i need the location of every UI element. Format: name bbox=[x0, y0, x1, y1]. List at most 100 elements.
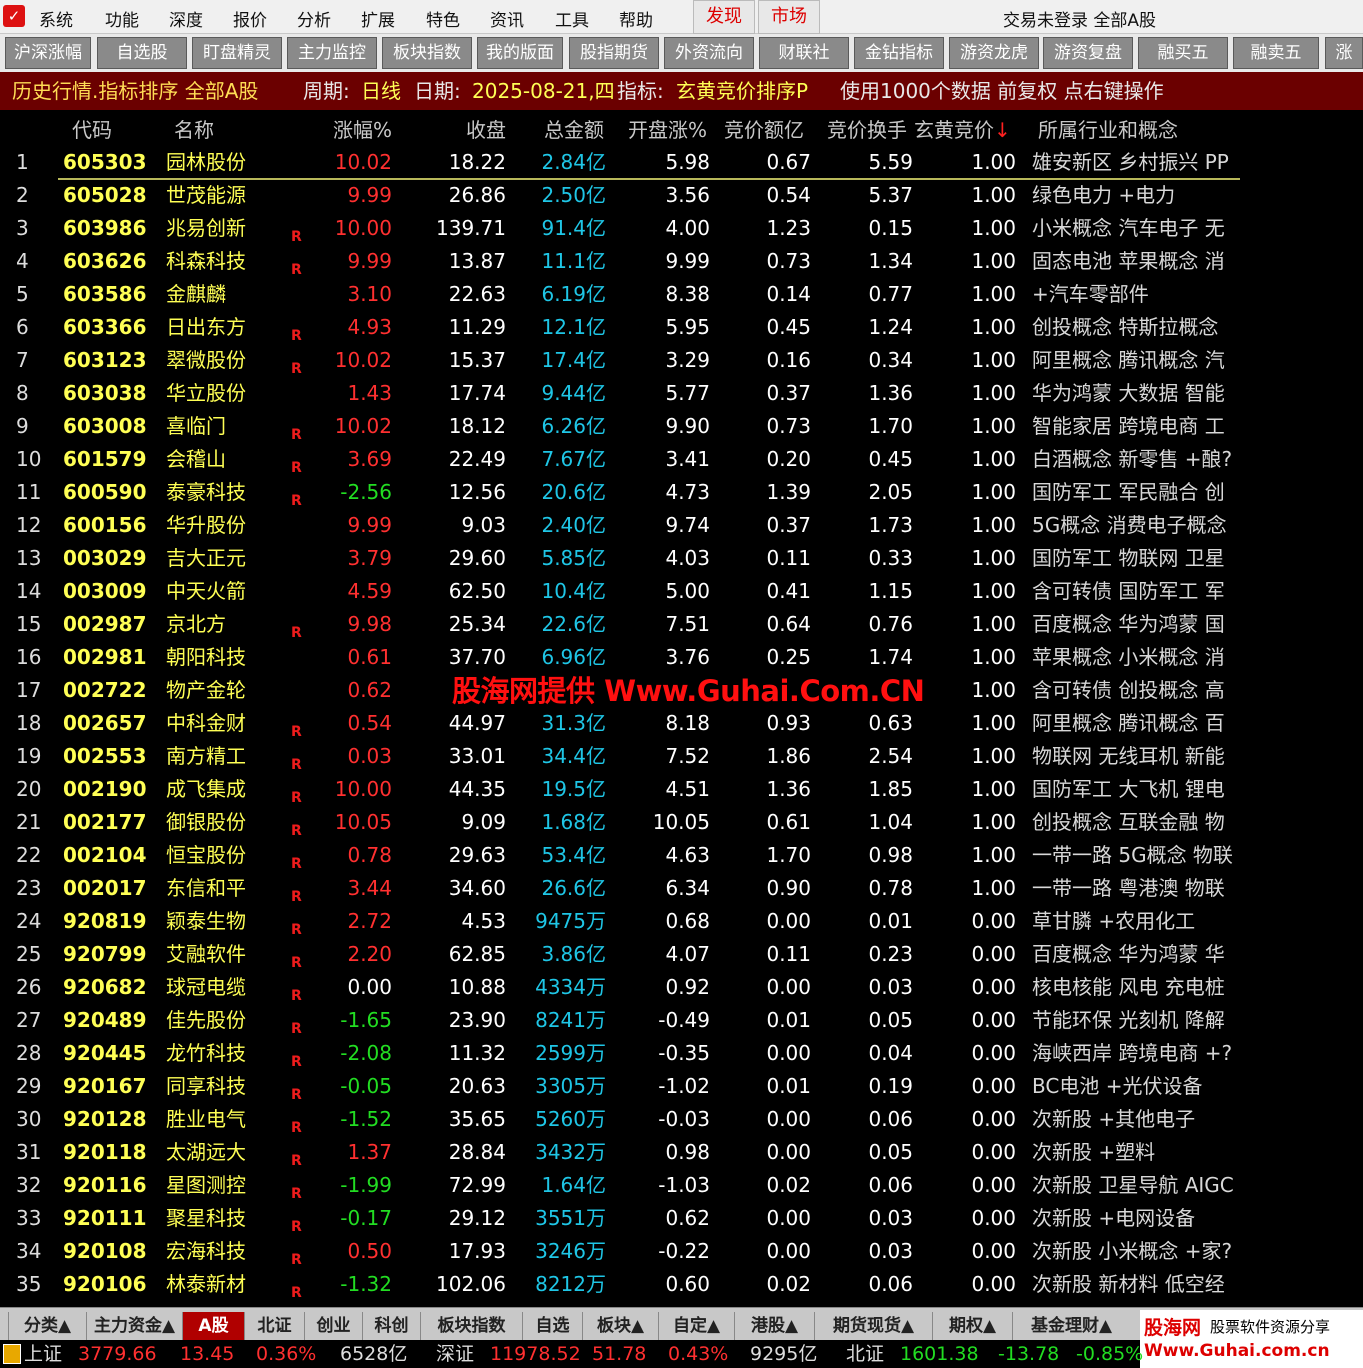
table-row[interactable]: 24 920819 颖泰生物 R 2.72 4.53 9475万 0.68 0.00 0.01 0.… bbox=[0, 905, 1363, 938]
change-pct: -1.52 bbox=[340, 1107, 392, 1131]
menu-help[interactable]: 帮助 bbox=[619, 6, 653, 31]
table-row[interactable]: 13 003029 吉大正元 3.79 29.60 5.85亿 4.03 0.11 0.33 1.… bbox=[0, 542, 1363, 575]
table-row[interactable]: 1 605303 园林股份 10.02 18.22 2.84亿 5.98 0.67 5.59 1.… bbox=[0, 146, 1363, 179]
menu-special[interactable]: 特色 bbox=[426, 6, 460, 31]
change-pct: 9.99 bbox=[347, 183, 392, 207]
tab-sector-index[interactable]: 板块指数 bbox=[420, 1312, 522, 1340]
table-row[interactable]: 34 920108 宏海科技 R 0.50 17.93 3246万 -0.22 0.00 0.03… bbox=[0, 1235, 1363, 1268]
toolbar-button-hot-money-list[interactable]: 游资龙虎 bbox=[949, 37, 1039, 69]
col-header-amount[interactable]: 总金额 bbox=[544, 114, 604, 143]
table-row[interactable]: 27 920489 佳先股份 R -1.65 23.90 8241万 -0.49 0.01 0.0… bbox=[0, 1004, 1363, 1037]
toolbar-button-foreign-flow[interactable]: 外资流向 bbox=[664, 37, 754, 69]
tab-funds[interactable]: 基金理财▲ bbox=[1012, 1312, 1130, 1340]
tab-options[interactable]: 期权▲ bbox=[932, 1312, 1012, 1340]
table-row[interactable]: 2 605028 世茂能源 9.99 26.86 2.50亿 3.56 0.54 5.37 1.0… bbox=[0, 179, 1363, 212]
table-row[interactable]: 18 002657 中科金财 R 0.54 44.97 31.3亿 8.18 0.93 0.63 1… bbox=[0, 707, 1363, 740]
tab-watchlist[interactable]: 自选 bbox=[522, 1312, 582, 1340]
table-row[interactable]: 23 002017 东信和平 R 3.44 34.60 26.6亿 6.34 0.90 0.78 1… bbox=[0, 872, 1363, 905]
table-row[interactable]: 11 600590 泰豪科技 R -2.56 12.56 20.6亿 4.73 1.39 2.05… bbox=[0, 476, 1363, 509]
menu-news[interactable]: 资讯 bbox=[490, 6, 524, 31]
col-header-auction-turnover[interactable]: 竞价换手 bbox=[827, 114, 907, 143]
menu-depth[interactable]: 深度 bbox=[169, 6, 203, 31]
tab-sector[interactable]: 板块▲ bbox=[582, 1312, 658, 1340]
tab-custom[interactable]: 自定▲ bbox=[658, 1312, 734, 1340]
menu-analysis[interactable]: 分析 bbox=[297, 6, 331, 31]
toolbar-button-index-futures[interactable]: 股指期货 bbox=[569, 37, 659, 69]
toolbar-button-shsz-gainers[interactable]: 沪深涨幅 bbox=[5, 37, 91, 69]
xh-auction: 0.00 bbox=[971, 909, 1016, 933]
table-row[interactable]: 15 002987 京北方 R 9.98 25.34 22.6亿 7.51 0.64 0.76 1.… bbox=[0, 608, 1363, 641]
table-row[interactable]: 5 603586 金麒麟 3.10 22.63 6.19亿 8.38 0.14 0.77 1.00… bbox=[0, 278, 1363, 311]
discover-button[interactable]: 发现 bbox=[693, 0, 755, 34]
industry-concepts: 华为鸿蒙 大数据 智能 bbox=[1032, 381, 1225, 405]
tab-category[interactable]: 分类▲ bbox=[8, 1312, 86, 1340]
toolbar-button-monitor[interactable]: 盯盘精灵 bbox=[192, 37, 282, 69]
tab-a-share[interactable]: A股 bbox=[182, 1312, 244, 1340]
table-row[interactable]: 30 920128 胜业电气 R -1.52 35.65 5260万 -0.03 0.00 0.0… bbox=[0, 1103, 1363, 1136]
col-header-name[interactable]: 名称 bbox=[174, 114, 214, 143]
menu-system[interactable]: 系统 bbox=[39, 6, 73, 31]
table-row[interactable]: 28 920445 龙竹科技 R -2.08 11.32 2599万 -0.35 0.00 0.0… bbox=[0, 1037, 1363, 1070]
table-row[interactable]: 7 603123 翠微股份 R 10.02 15.37 17.4亿 3.29 0.16 0.34 1… bbox=[0, 344, 1363, 377]
app-logo-icon[interactable]: ✓ bbox=[3, 5, 25, 27]
stock-code: 600156 bbox=[63, 513, 147, 537]
table-row[interactable]: 29 920167 同享科技 R -0.05 20.63 3305万 -1.02 0.01 0.1… bbox=[0, 1070, 1363, 1103]
col-header-change[interactable]: 涨幅% bbox=[333, 114, 392, 143]
table-row[interactable]: 19 002553 南方精工 R 0.03 33.01 34.4亿 7.52 1.86 2.54 1… bbox=[0, 740, 1363, 773]
table-row[interactable]: 10 601579 会稽山 R 3.69 22.49 7.67亿 3.41 0.20 0.45 1.… bbox=[0, 443, 1363, 476]
row-index: 28 bbox=[16, 1041, 42, 1065]
tab-star-market[interactable]: 科创 bbox=[362, 1312, 420, 1340]
table-row[interactable]: 31 920118 太湖远大 R 1.37 28.84 3432万 0.98 0.00 0.05 0… bbox=[0, 1136, 1363, 1169]
menu-extend[interactable]: 扩展 bbox=[361, 6, 395, 31]
table-row[interactable]: 26 920682 球冠电缆 R 0.00 10.88 4334万 0.92 0.00 0.03 0… bbox=[0, 971, 1363, 1004]
toolbar-button-margin-sell[interactable]: 融卖五 bbox=[1233, 37, 1319, 69]
menu-quote[interactable]: 报价 bbox=[233, 6, 267, 31]
col-header-industry[interactable]: 所属行业和概念 bbox=[1038, 114, 1178, 143]
tab-beijing[interactable]: 北证 bbox=[244, 1312, 304, 1340]
toolbar-button-cls[interactable]: 财联社 bbox=[759, 37, 849, 69]
industry-concepts: 百度概念 华为鸿蒙 华 bbox=[1032, 942, 1225, 966]
col-header-open-change[interactable]: 开盘涨% bbox=[628, 114, 707, 143]
toolbar-button-diamond-indicator[interactable]: 金钻指标 bbox=[854, 37, 944, 69]
table-row[interactable]: 8 603038 华立股份 1.43 17.74 9.44亿 5.77 0.37 1.36 1.0… bbox=[0, 377, 1363, 410]
table-row[interactable]: 9 603008 喜临门 R 10.02 18.12 6.26亿 9.90 0.73 1.70 1.… bbox=[0, 410, 1363, 443]
table-row[interactable]: 20 002190 成飞集成 R 10.00 44.35 19.5亿 4.51 1.36 1.85… bbox=[0, 773, 1363, 806]
table-row[interactable]: 35 920106 林泰新材 R -1.32 102.06 8212万 0.60 0.02 0.0… bbox=[0, 1268, 1363, 1301]
toolbar-button-hot-money-review[interactable]: 游资复盘 bbox=[1043, 37, 1133, 69]
toolbar-button-watchlist[interactable]: 自选股 bbox=[97, 37, 187, 69]
tab-main-funds[interactable]: 主力资金▲ bbox=[86, 1312, 182, 1340]
menu-tools[interactable]: 工具 bbox=[555, 6, 589, 31]
table-row[interactable]: 32 920116 星图测控 R -1.99 72.99 1.64亿 -1.03 0.02 0.0… bbox=[0, 1169, 1363, 1202]
menu-function[interactable]: 功能 bbox=[105, 6, 139, 31]
toolbar-button-more[interactable]: 涨 bbox=[1325, 37, 1363, 69]
table-row[interactable]: 25 920799 艾融软件 R 2.20 62.85 3.86亿 4.07 0.11 0.23 0… bbox=[0, 938, 1363, 971]
open-change: 5.95 bbox=[665, 315, 710, 339]
close-price: 17.93 bbox=[448, 1239, 506, 1263]
total-amount: 12.1亿 bbox=[541, 315, 606, 339]
auction-amount: 0.61 bbox=[766, 810, 811, 834]
market-button[interactable]: 市场 bbox=[758, 0, 820, 34]
col-header-xh-auction[interactable]: 玄黄竞价↓ bbox=[914, 114, 1011, 143]
tab-chinext[interactable]: 创业 bbox=[304, 1312, 362, 1340]
stock-code: 605303 bbox=[63, 150, 147, 174]
table-row[interactable]: 22 002104 恒宝股份 R 0.78 29.63 53.4亿 4.63 1.70 0.98 1… bbox=[0, 839, 1363, 872]
table-row[interactable]: 33 920111 聚星科技 R -0.17 29.12 3551万 0.62 0.00 0.03… bbox=[0, 1202, 1363, 1235]
row-index: 25 bbox=[16, 942, 42, 966]
table-row[interactable]: 3 603986 兆易创新 R 10.00 139.71 91.4亿 4.00 1.23 0.15… bbox=[0, 212, 1363, 245]
table-row[interactable]: 12 600156 华升股份 9.99 9.03 2.40亿 9.74 0.37 1.73 1.0… bbox=[0, 509, 1363, 542]
table-row[interactable]: 21 002177 御银股份 R 10.05 9.09 1.68亿 10.05 0.61 1.04… bbox=[0, 806, 1363, 839]
table-row[interactable]: 6 603366 日出东方 R 4.93 11.29 12.1亿 5.95 0.45 1.24 1.… bbox=[0, 311, 1363, 344]
col-header-auction-amount[interactable]: 竞价额亿 bbox=[724, 114, 804, 143]
toolbar-button-sector-index[interactable]: 板块指数 bbox=[382, 37, 472, 69]
tab-hk-stocks[interactable]: 港股▲ bbox=[734, 1312, 814, 1340]
toolbar-button-my-layout[interactable]: 我的版面 bbox=[477, 37, 563, 69]
table-row[interactable]: 4 603626 科森科技 R 9.99 13.87 11.1亿 9.99 0.73 1.34 1.… bbox=[0, 245, 1363, 278]
toolbar-button-margin-buy[interactable]: 融买五 bbox=[1138, 37, 1228, 69]
tab-futures-spot[interactable]: 期货现货▲ bbox=[814, 1312, 932, 1340]
table-row[interactable]: 14 003009 中天火箭 4.59 62.50 10.4亿 5.00 0.41 1.15 1.… bbox=[0, 575, 1363, 608]
ticker-icon[interactable] bbox=[3, 1344, 21, 1364]
col-header-close[interactable]: 收盘 bbox=[466, 114, 506, 143]
toolbar-button-main-force[interactable]: 主力监控 bbox=[287, 37, 377, 69]
col-header-code[interactable]: 代码 bbox=[72, 114, 112, 143]
auction-turnover: 0.04 bbox=[868, 1041, 913, 1065]
